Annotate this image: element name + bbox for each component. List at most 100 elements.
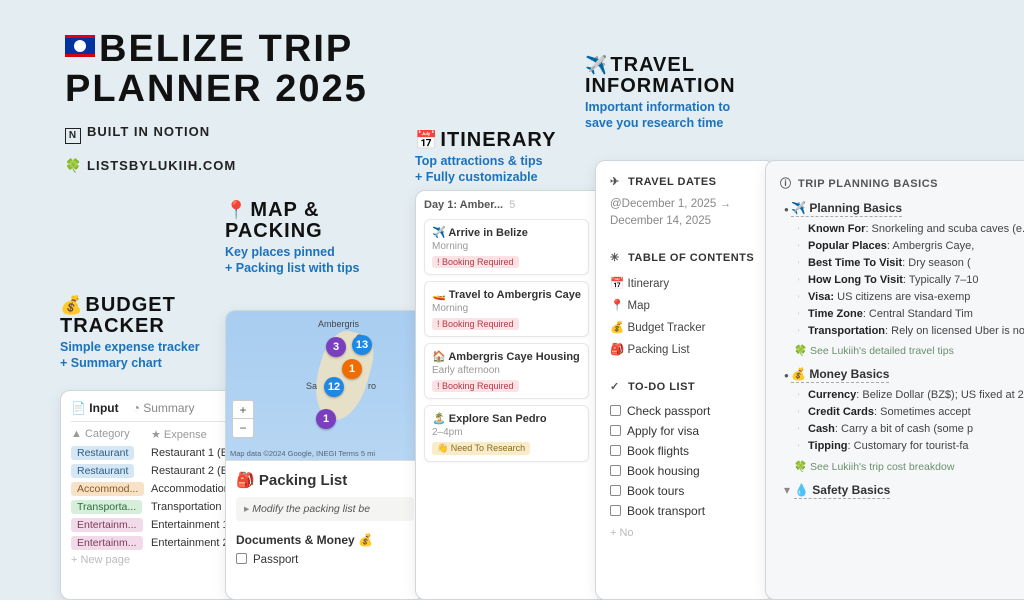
map-view[interactable]: Ambergris Ca Sa ro 3 13 1 12 1 +− Map da…: [226, 311, 424, 461]
budget-row[interactable]: Restaurant Restaurant 2 (Exam: [71, 463, 249, 478]
money-bag-icon: 💰: [60, 295, 83, 315]
new-page-button[interactable]: + New page: [71, 554, 249, 566]
map-label: Sa: [306, 381, 317, 391]
itinerary-item[interactable]: 🏠 Ambergris Caye Housing Early afternoon…: [424, 343, 589, 399]
tab-input[interactable]: 📄 Input: [71, 401, 119, 415]
item-title: 🚤 Travel to Ambergris Caye: [432, 288, 581, 301]
basics-item: Known For: Snorkeling and scuba caves (e…: [798, 221, 1024, 238]
map-pin[interactable]: 12: [324, 377, 344, 397]
money-note[interactable]: See Lukiih's trip cost breakdow: [784, 460, 1024, 473]
map-pin[interactable]: 1: [316, 409, 336, 429]
category-pill: Accommod...: [71, 482, 144, 496]
item-time: Early afternoon: [432, 365, 581, 376]
toc-item[interactable]: 📍 Map: [610, 294, 760, 316]
checkbox[interactable]: [610, 425, 621, 436]
toc-item[interactable]: 💰 Budget Tracker: [610, 316, 760, 338]
sparkle-icon: ✳: [610, 251, 624, 264]
plane-takeoff-icon: ✈: [610, 175, 624, 188]
map-pin[interactable]: 3: [326, 337, 346, 357]
itinerary-card: Day 1: Amber...5 ✈️ Arrive in Belize Mor…: [415, 190, 615, 600]
item-time: 2–4pm: [432, 427, 581, 438]
todo-item[interactable]: Check passport: [610, 401, 760, 421]
todo-heading: ✓TO-DO LIST: [610, 380, 760, 393]
page-title: BELIZE TRIP PLANNER 2025: [65, 30, 368, 110]
item-time: Morning: [432, 303, 581, 314]
money-basics-group[interactable]: 💰 Money Basics: [791, 367, 889, 383]
todo-list: Check passportApply for visaBook flights…: [610, 401, 760, 521]
travel-dates-heading: ✈TRAVEL DATES: [610, 175, 760, 188]
checkbox[interactable]: [610, 445, 621, 456]
basics-item: Popular Places: Ambergris Caye,: [798, 238, 1024, 255]
budget-row[interactable]: Transporta... Transportation 1 (Ex: [71, 499, 249, 514]
caret-down-icon[interactable]: ▾: [784, 483, 790, 497]
checkbox[interactable]: [610, 405, 621, 416]
check-icon: ✓: [610, 380, 624, 393]
zoom-in-button[interactable]: +: [233, 401, 253, 419]
category-pill: Restaurant: [71, 464, 134, 478]
map-zoom[interactable]: +−: [232, 400, 254, 438]
todo-item[interactable]: Book transport: [610, 501, 760, 521]
budget-row[interactable]: Entertainm... Entertainment 1 (Ex: [71, 517, 249, 532]
built-in-notion: NBUILT IN NOTION: [65, 124, 368, 144]
itinerary-item[interactable]: ✈️ Arrive in Belize Morning ! Booking Re…: [424, 219, 589, 275]
planning-basics-group[interactable]: ✈️ Planning Basics: [791, 201, 902, 217]
packing-subheading: Documents & Money 💰: [226, 525, 424, 551]
item-tag: ! Booking Required: [432, 256, 519, 268]
basics-item: Best Time To Visit: Dry season (: [798, 255, 1024, 272]
map-pin[interactable]: 1: [342, 359, 362, 379]
checkbox[interactable]: [610, 505, 621, 516]
category-pill: Entertainm...: [71, 536, 143, 550]
toc-item[interactable]: 🎒 Packing List: [610, 338, 760, 360]
pin-icon: 📍: [225, 200, 248, 220]
itinerary-section-label: 📅ITINERARY Top attractions & tips+ Fully…: [415, 130, 615, 186]
todo-item[interactable]: Book tours: [610, 481, 760, 501]
category-pill: Restaurant: [71, 446, 134, 460]
map-pin[interactable]: 13: [352, 335, 372, 355]
itinerary-item[interactable]: 🚤 Travel to Ambergris Caye Morning ! Boo…: [424, 281, 589, 337]
budget-row[interactable]: Accommod... Accommodation 1 (E: [71, 481, 249, 496]
clover-icon: 🍀: [65, 158, 81, 174]
travel-dates-value: @December 1, 2025 → December 14, 2025: [610, 196, 760, 231]
add-todo-button[interactable]: + No: [610, 527, 760, 539]
toc-item[interactable]: 📅 Itinerary: [610, 272, 760, 294]
budget-tabs: 📄 Input ◔ Summary: [71, 401, 249, 422]
planning-note[interactable]: See Lukiih's detailed travel tips: [784, 344, 1024, 357]
itinerary-item[interactable]: 🏝️ Explore San Pedro 2–4pm 👋 Need To Res…: [424, 405, 589, 462]
belize-flag-icon: [65, 35, 95, 57]
site-credit: 🍀LISTSBYLUKIIH.COM: [65, 158, 368, 174]
safety-basics-group[interactable]: 💧 Safety Basics: [794, 483, 890, 499]
budget-row[interactable]: Entertainm... Entertainment 2 (Ex: [71, 535, 249, 550]
todo-item[interactable]: Book housing: [610, 461, 760, 481]
day-header: Day 1: Amber...5: [424, 199, 589, 211]
checkbox[interactable]: [610, 485, 621, 496]
toc-list: 📅 Itinerary📍 Map💰 Budget Tracker🎒 Packin…: [610, 272, 760, 360]
hero-header: BELIZE TRIP PLANNER 2025 NBUILT IN NOTIO…: [65, 30, 368, 174]
map-section-label: 📍MAP &PACKING Key places pinned+ Packing…: [225, 200, 415, 277]
airplane-icon: ✈️: [585, 55, 608, 75]
basics-item: Currency: Belize Dollar (BZ$); US fixed …: [798, 387, 1024, 404]
item-tag: ! Booking Required: [432, 318, 519, 330]
basics-item: Visa: US citizens are visa-exemp: [798, 289, 1024, 306]
checkbox[interactable]: [610, 465, 621, 476]
todo-item[interactable]: Apply for visa: [610, 421, 760, 441]
basics-heading: ⓘTRIP PLANNING BASICS: [780, 175, 1024, 191]
budget-table-header: ▲ Category ★ Expense: [71, 428, 249, 441]
item-tag: 👋 Need To Research: [432, 442, 530, 455]
toc-icon: 📅: [610, 278, 624, 290]
map-label: Ambergris: [318, 319, 359, 329]
travel-overview-card: ✈TRAVEL DATES @December 1, 2025 → Decemb…: [595, 160, 775, 600]
budget-row[interactable]: Restaurant Restaurant 1 (Exam: [71, 445, 249, 460]
item-title: 🏝️ Explore San Pedro: [432, 412, 581, 425]
todo-item[interactable]: Book flights: [610, 441, 760, 461]
basics-item: How Long To Visit: Typically 7–10: [798, 272, 1024, 289]
travel-info-section-label: ✈️TRAVEL INFORMATION Important informati…: [585, 55, 845, 132]
packing-item[interactable]: Passport: [226, 551, 424, 568]
tab-summary[interactable]: ◔ Summary: [133, 401, 195, 415]
info-icon: ⓘ: [780, 175, 794, 191]
basics-item: Credit Cards: Sometimes accept: [798, 404, 1024, 421]
zoom-out-button[interactable]: −: [233, 419, 253, 437]
checkbox[interactable]: [236, 553, 247, 564]
item-title: ✈️ Arrive in Belize: [432, 226, 581, 239]
packing-note: Modify the packing list be: [236, 497, 414, 521]
category-pill: Entertainm...: [71, 518, 143, 532]
